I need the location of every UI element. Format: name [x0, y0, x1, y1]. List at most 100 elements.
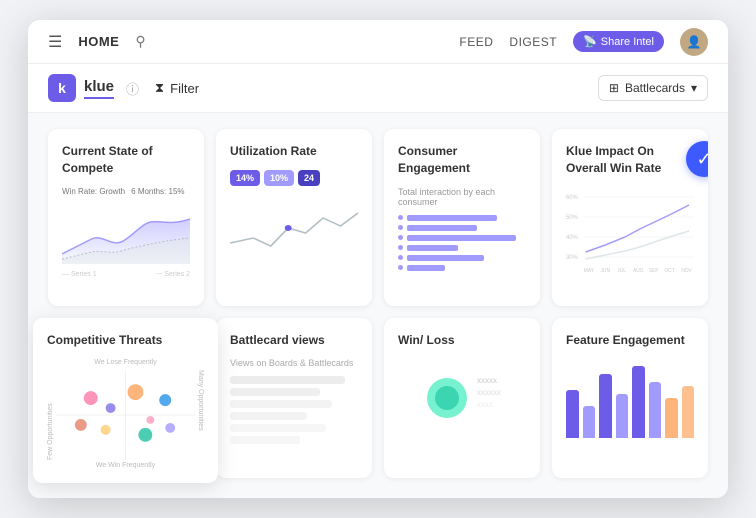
battlecard-subtitle: Views on Boards & Battlecards — [230, 358, 358, 368]
dashboard: Current State of Compete Win Rate: Growt… — [28, 113, 728, 498]
feed-link[interactable]: FEED — [459, 35, 493, 49]
share-intel-label: Share Intel — [601, 36, 654, 48]
info-icon[interactable]: ⓘ — [126, 79, 139, 98]
competitive-left-label: Few Opportunities — [47, 370, 54, 460]
svg-text:NOV: NOV — [681, 268, 692, 274]
battlecard-title: Battlecard views — [230, 332, 358, 349]
feature-engagement-card: Feature Engagement — [552, 318, 708, 478]
competitive-top-label: We Lose Frequently — [47, 359, 204, 366]
chart-legend-1: — Series 1 — [62, 271, 97, 278]
klue-logo: k — [48, 74, 76, 102]
app-name-label: klue — [84, 78, 114, 99]
battlecard-content — [230, 376, 358, 444]
filter-label: Filter — [170, 81, 199, 96]
svg-text:60%: 60% — [566, 195, 579, 201]
svg-text:SEP: SEP — [649, 268, 660, 274]
blur-line-3 — [230, 400, 332, 408]
consumer-title: Consumer Engagement — [398, 143, 526, 177]
sub-toolbar: k klue ⓘ ⧗ Filter ⊞ Battlecards ▾ — [28, 64, 728, 113]
filter-icon: ⧗ — [155, 80, 164, 96]
bar-row-4 — [398, 245, 526, 251]
svg-text:MAY: MAY — [584, 268, 595, 274]
bar-row-5 — [398, 255, 526, 261]
digest-link[interactable]: DIGEST — [509, 35, 557, 49]
klue-impact-card: Klue Impact On Overall Win Rate 60% 50% … — [552, 129, 708, 306]
avatar[interactable]: 👤 — [680, 28, 708, 56]
util-badge-2: 10% — [264, 170, 294, 186]
competitive-scatter-chart — [56, 370, 195, 460]
svg-text:50%: 50% — [566, 215, 579, 221]
win-loss-title: Win/ Loss — [398, 332, 526, 349]
bar-row-3 — [398, 235, 526, 241]
bar-dot-1 — [398, 215, 403, 220]
share-intel-button[interactable]: 📡 Share Intel — [573, 31, 664, 52]
search-icon[interactable]: ⚲ — [135, 33, 145, 50]
consumer-bars — [398, 215, 526, 271]
consumer-subtitle: Total interaction by each consumer — [398, 187, 526, 207]
bar-row-1 — [398, 215, 526, 221]
klue-impact-chart: 60% 50% 40% 30% MAY JUN JUL AUG SEP OC — [566, 187, 694, 287]
battlecards-button[interactable]: ⊞ Battlecards ▾ — [598, 75, 708, 101]
competitive-title: Competitive Threats — [47, 332, 204, 349]
feature-bars — [566, 358, 694, 438]
consumer-card: Consumer Engagement Total interaction by… — [384, 129, 540, 306]
bar-dot-2 — [398, 225, 403, 230]
chevron-down-icon: ▾ — [691, 81, 697, 95]
win-loss-content: xxxxx xxxxxx xxxx — [398, 358, 526, 438]
win-loss-chart: xxxxx xxxxxx xxxx — [417, 363, 507, 433]
blur-line-4 — [230, 412, 307, 420]
competitive-bottom-label: We Win Frequently — [47, 462, 204, 469]
svg-text:OCT: OCT — [664, 268, 674, 274]
bar-dot-6 — [398, 265, 403, 270]
svg-text:JUL: JUL — [617, 268, 626, 274]
battlecards-label: Battlecards — [625, 81, 685, 95]
utilization-title: Utilization Rate — [230, 143, 358, 160]
bar-row-2 — [398, 225, 526, 231]
current-state-card: Current State of Compete Win Rate: Growt… — [48, 129, 204, 306]
feature-bar-6 — [649, 382, 662, 438]
blur-line-1 — [230, 376, 345, 384]
bar-dot-5 — [398, 255, 403, 260]
svg-text:xxxxxx: xxxxxx — [477, 388, 501, 397]
blur-line-2 — [230, 388, 320, 396]
nav-home-label[interactable]: HOME — [78, 34, 119, 49]
feature-title: Feature Engagement — [566, 332, 694, 349]
battlecard-views-card: Battlecard views Views on Boards & Battl… — [216, 318, 372, 478]
svg-text:xxxx: xxxx — [477, 400, 493, 409]
battlecards-icon: ⊞ — [609, 81, 619, 95]
area-chart — [62, 204, 190, 264]
bar-fill-5 — [407, 255, 484, 261]
feature-bar-2 — [583, 406, 596, 438]
competitive-right-label: Many Opportunities — [197, 370, 204, 460]
share-icon: 📡 — [583, 35, 597, 48]
feature-bar-1 — [566, 390, 579, 438]
hamburger-icon[interactable]: ☰ — [48, 32, 62, 52]
stat2: 6 Months: 15% — [131, 187, 184, 196]
feature-bar-5 — [632, 366, 645, 438]
klue-impact-title: Klue Impact On Overall Win Rate — [566, 143, 694, 177]
bar-fill-2 — [407, 225, 477, 231]
nav-bar: ☰ HOME ⚲ FEED DIGEST 📡 Share Intel 👤 — [28, 20, 728, 64]
svg-text:JUN: JUN — [600, 268, 610, 274]
svg-text:30%: 30% — [566, 255, 579, 261]
util-badge-1: 14% — [230, 170, 260, 186]
bar-fill-4 — [407, 245, 458, 251]
utilization-card: Utilization Rate 14% 10% 24 — [216, 129, 372, 306]
feature-bar-3 — [599, 374, 612, 438]
feature-bar-4 — [616, 394, 629, 438]
utilization-chart — [230, 198, 358, 253]
stat1: Win Rate: Growth — [62, 187, 125, 196]
logo-area: k klue ⓘ — [48, 74, 139, 102]
chart-legend-2: --- Series 2 — [155, 271, 190, 278]
current-state-title: Current State of Compete — [62, 143, 190, 177]
feature-bar-8 — [682, 386, 695, 438]
blur-line-6 — [230, 436, 300, 444]
win-loss-card: Win/ Loss xxxxx xxxxxx xxxx — [384, 318, 540, 478]
bar-fill-3 — [407, 235, 516, 241]
bar-dot-3 — [398, 235, 403, 240]
bar-fill-6 — [407, 265, 445, 271]
util-badge-3: 24 — [298, 170, 320, 186]
blur-line-5 — [230, 424, 326, 432]
svg-text:40%: 40% — [566, 235, 579, 241]
filter-button[interactable]: ⧗ Filter — [155, 80, 199, 96]
